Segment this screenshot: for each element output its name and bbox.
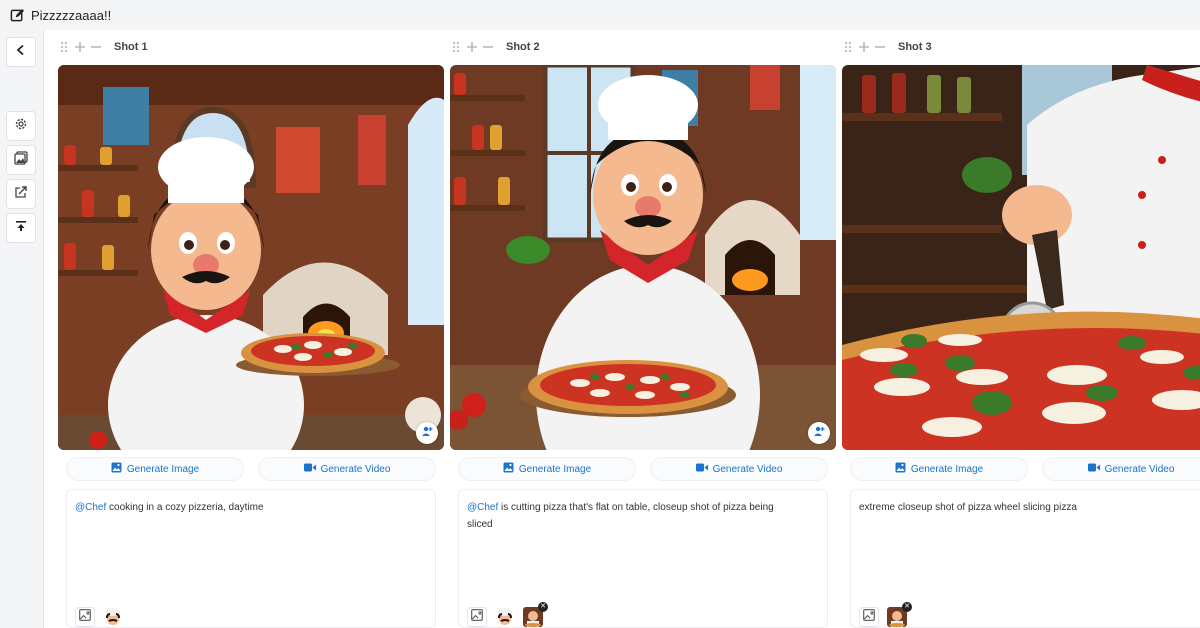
drag-handle-icon[interactable] — [450, 40, 462, 54]
prompt-attachments: ✕ — [859, 602, 912, 627]
add-person-icon — [421, 424, 433, 442]
chef-avatar[interactable] — [495, 607, 515, 627]
drag-handle-icon[interactable] — [58, 40, 70, 54]
project-title[interactable]: Pizzzzzaaaa!! — [31, 8, 111, 23]
prompt-text: is cutting pizza that's flat on table, c… — [467, 502, 774, 530]
prompt-card: extreme closeup shot of pizza wheel slic… — [850, 489, 1200, 628]
add-reference-image-button[interactable] — [75, 607, 95, 627]
prompt-input[interactable]: extreme closeup shot of pizza wheel slic… — [859, 499, 1189, 516]
plus-icon[interactable] — [858, 40, 870, 54]
reference-image-thumbnail[interactable]: ✕ — [887, 602, 912, 627]
prompt-input[interactable]: @Chef is cutting pizza that's flat on ta… — [467, 499, 797, 533]
generate-image-label: Generate Image — [910, 463, 984, 475]
video-camera-icon — [1087, 463, 1100, 475]
edit-icon[interactable] — [10, 8, 25, 23]
generate-video-label: Generate Video — [1104, 463, 1175, 475]
generate-image-label: Generate Image — [126, 463, 200, 475]
shot-header: Shot 3 — [842, 38, 932, 56]
shot-image[interactable] — [842, 65, 1200, 450]
upload-button[interactable] — [6, 213, 36, 243]
generate-image-button[interactable]: Generate Image — [850, 457, 1028, 481]
generate-video-button[interactable]: Generate Video — [258, 457, 436, 481]
prompt-attachments — [75, 605, 123, 627]
shot-header: Shot 2 — [450, 38, 540, 56]
shot-card: Shot 3 Generate Image Generate Video ext… — [828, 30, 1200, 628]
prompt-input[interactable]: @Chef cooking in a cozy pizzeria, daytim… — [75, 499, 425, 516]
prompt-attachments: ✕ — [467, 602, 548, 627]
back-button[interactable] — [6, 37, 36, 67]
generate-video-button[interactable]: Generate Video — [650, 457, 828, 481]
image-add-icon — [863, 608, 875, 626]
shot-card: Shot 2 Generate Image Generate Video @Ch… — [436, 30, 836, 628]
shot-card: Shot 1 Generate Image Generate Video @Ch… — [44, 30, 444, 628]
generate-image-button[interactable]: Generate Image — [458, 457, 636, 481]
export-button[interactable] — [6, 179, 36, 209]
settings-button[interactable] — [6, 111, 36, 141]
prompt-card: @Chef is cutting pizza that's flat on ta… — [458, 489, 828, 628]
chef-avatar[interactable] — [103, 607, 123, 627]
shot-label: Shot 3 — [898, 41, 932, 53]
upload-icon — [15, 219, 27, 237]
generate-image-button[interactable]: Generate Image — [66, 457, 244, 481]
gallery-icon — [14, 150, 28, 170]
image-add-icon — [79, 608, 91, 626]
generate-image-label: Generate Image — [518, 463, 592, 475]
cast-button[interactable] — [416, 422, 438, 444]
character-mention[interactable]: @Chef — [75, 502, 106, 513]
shot-header: Shot 1 — [58, 38, 148, 56]
plus-icon[interactable] — [74, 40, 86, 54]
shot-image[interactable] — [58, 65, 444, 450]
minus-icon[interactable] — [482, 40, 494, 54]
character-mention[interactable]: @Chef — [467, 502, 498, 513]
add-reference-image-button[interactable] — [467, 607, 487, 627]
sidebar — [0, 30, 44, 628]
plus-icon[interactable] — [466, 40, 478, 54]
chevron-left-icon — [15, 43, 27, 61]
cast-button[interactable] — [808, 422, 830, 444]
shot-label: Shot 2 — [506, 41, 540, 53]
gear-icon — [14, 117, 28, 136]
drag-handle-icon[interactable] — [842, 40, 854, 54]
image-add-icon — [471, 608, 483, 626]
image-icon — [503, 462, 514, 476]
remove-reference-icon[interactable]: ✕ — [902, 602, 912, 612]
prompt-text: extreme closeup shot of pizza wheel slic… — [859, 502, 1077, 513]
prompt-card: @Chef cooking in a cozy pizzeria, daytim… — [66, 489, 436, 628]
image-icon — [895, 462, 906, 476]
add-reference-image-button[interactable] — [859, 607, 879, 627]
prompt-text: cooking in a cozy pizzeria, daytime — [106, 502, 264, 513]
generate-video-label: Generate Video — [712, 463, 783, 475]
export-icon — [14, 185, 28, 204]
image-icon — [111, 462, 122, 476]
video-camera-icon — [303, 463, 316, 475]
remove-reference-icon[interactable]: ✕ — [538, 602, 548, 612]
generate-video-button[interactable]: Generate Video — [1042, 457, 1200, 481]
video-camera-icon — [695, 463, 708, 475]
shot-label: Shot 1 — [114, 41, 148, 53]
minus-icon[interactable] — [874, 40, 886, 54]
gallery-button[interactable] — [6, 145, 36, 175]
minus-icon[interactable] — [90, 40, 102, 54]
shot-image[interactable] — [450, 65, 836, 450]
add-person-icon — [813, 424, 825, 442]
top-bar: Pizzzzzaaaa!! — [0, 0, 1200, 30]
generate-video-label: Generate Video — [320, 463, 391, 475]
storyboard-area: Shot 1 Generate Image Generate Video @Ch… — [44, 30, 1200, 628]
reference-image-thumbnail[interactable]: ✕ — [523, 602, 548, 627]
